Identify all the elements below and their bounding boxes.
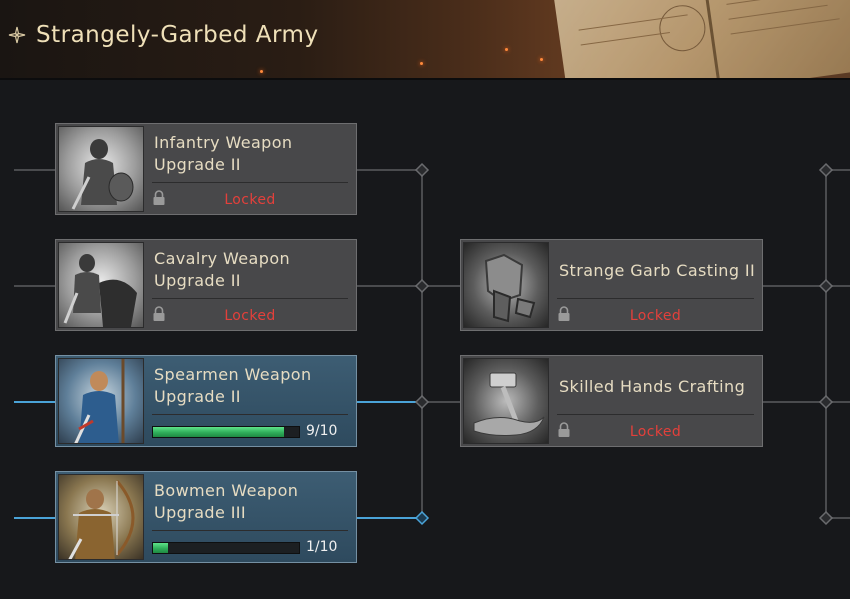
status-locked: Locked xyxy=(557,306,754,326)
lock-icon xyxy=(153,306,165,321)
progress-fill xyxy=(153,427,285,437)
junction-diamond xyxy=(414,162,834,526)
cavalry-rider-icon xyxy=(58,242,144,328)
progress-fill xyxy=(153,543,168,553)
progress-text: 9/10 xyxy=(306,423,338,439)
progress-bar xyxy=(152,542,300,554)
status-locked: Locked xyxy=(152,306,348,326)
locked-label: Locked xyxy=(629,308,682,324)
compass-star-icon xyxy=(8,26,26,44)
divider xyxy=(152,414,348,415)
page-title: Strangely-Garbed Army xyxy=(36,22,319,48)
book-illustration xyxy=(553,0,850,80)
node-title: Strange Garb Casting II xyxy=(559,261,756,280)
armor-forging-icon xyxy=(463,242,549,328)
node-title: Spearmen Weapon Upgrade II xyxy=(154,365,312,406)
header-banner: Strangely-Garbed Army xyxy=(0,0,850,80)
tech-node-cavalry-weapon[interactable]: Cavalry Weapon Upgrade II Locked xyxy=(55,239,357,331)
divider xyxy=(152,298,348,299)
status-locked: Locked xyxy=(152,190,348,210)
progress-text: 1/10 xyxy=(306,539,338,555)
tech-node-skilled-hands-crafting[interactable]: Skilled Hands Crafting Locked xyxy=(460,355,763,447)
node-title: Bowmen Weapon Upgrade III xyxy=(154,481,299,522)
tech-node-bowmen-weapon[interactable]: Bowmen Weapon Upgrade III 1/10 xyxy=(55,471,357,563)
bowman-icon xyxy=(58,474,144,560)
title-area: Strangely-Garbed Army xyxy=(8,22,319,48)
progress-bar xyxy=(152,426,300,438)
node-title: Skilled Hands Crafting xyxy=(559,377,746,396)
lock-icon xyxy=(153,190,165,205)
locked-label: Locked xyxy=(224,308,276,324)
hammer-hand-icon xyxy=(463,358,549,444)
locked-label: Locked xyxy=(629,424,682,440)
infantry-soldier-icon xyxy=(58,126,144,212)
lock-icon xyxy=(558,306,570,321)
spearman-icon xyxy=(58,358,144,444)
tech-node-strange-garb-casting[interactable]: Strange Garb Casting II Locked xyxy=(460,239,763,331)
divider xyxy=(557,414,754,415)
status-locked: Locked xyxy=(557,422,754,442)
divider xyxy=(557,298,754,299)
tech-tree: Infantry Weapon Upgrade II Locked Cavalr… xyxy=(0,80,850,599)
node-title: Infantry Weapon Upgrade II xyxy=(154,133,293,174)
lock-icon xyxy=(558,422,570,437)
tech-node-spearmen-weapon[interactable]: Spearmen Weapon Upgrade II 9/10 xyxy=(55,355,357,447)
node-title: Cavalry Weapon Upgrade II xyxy=(154,249,291,290)
divider xyxy=(152,530,348,531)
divider xyxy=(152,182,348,183)
tech-node-infantry-weapon[interactable]: Infantry Weapon Upgrade II Locked xyxy=(55,123,357,215)
locked-label: Locked xyxy=(224,192,276,208)
